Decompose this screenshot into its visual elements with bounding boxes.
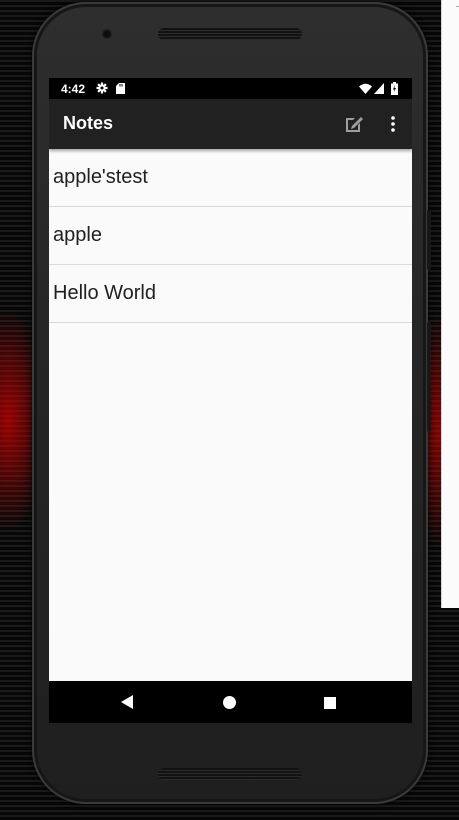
- front-camera: [102, 29, 112, 39]
- list-item[interactable]: Hello World: [49, 265, 412, 323]
- note-list: apple'stest apple Hello World: [49, 149, 412, 323]
- battery-icon: [391, 82, 398, 95]
- app-bar: Notes: [49, 99, 412, 149]
- signal-icon: [374, 83, 384, 94]
- overflow-menu-icon[interactable]: [383, 114, 403, 134]
- gear-icon: [96, 82, 108, 94]
- home-icon[interactable]: [223, 696, 236, 709]
- page-title: Notes: [63, 113, 114, 133]
- navigation-bar: [49, 681, 412, 723]
- new-note-icon[interactable]: [345, 115, 365, 133]
- side-panel: [441, 0, 459, 608]
- top-speaker: [158, 28, 302, 40]
- recents-icon[interactable]: [324, 697, 336, 709]
- volume-button[interactable]: [427, 322, 431, 432]
- note-title: apple: [53, 224, 102, 246]
- back-icon[interactable]: [120, 695, 134, 709]
- bottom-speaker: [158, 768, 302, 780]
- status-time: 4:42: [61, 82, 86, 96]
- note-title: apple'stest: [53, 166, 148, 188]
- sd-card-icon: [116, 83, 125, 94]
- list-item[interactable]: apple'stest: [49, 149, 412, 207]
- list-item[interactable]: apple: [49, 207, 412, 265]
- status-bar: 4:42: [49, 78, 412, 99]
- power-button[interactable]: [427, 210, 431, 270]
- device-screen: 4:42 Notes apple'stest apple Hello World: [49, 78, 412, 723]
- wifi-icon: [359, 83, 372, 94]
- note-title: Hello World: [53, 282, 156, 304]
